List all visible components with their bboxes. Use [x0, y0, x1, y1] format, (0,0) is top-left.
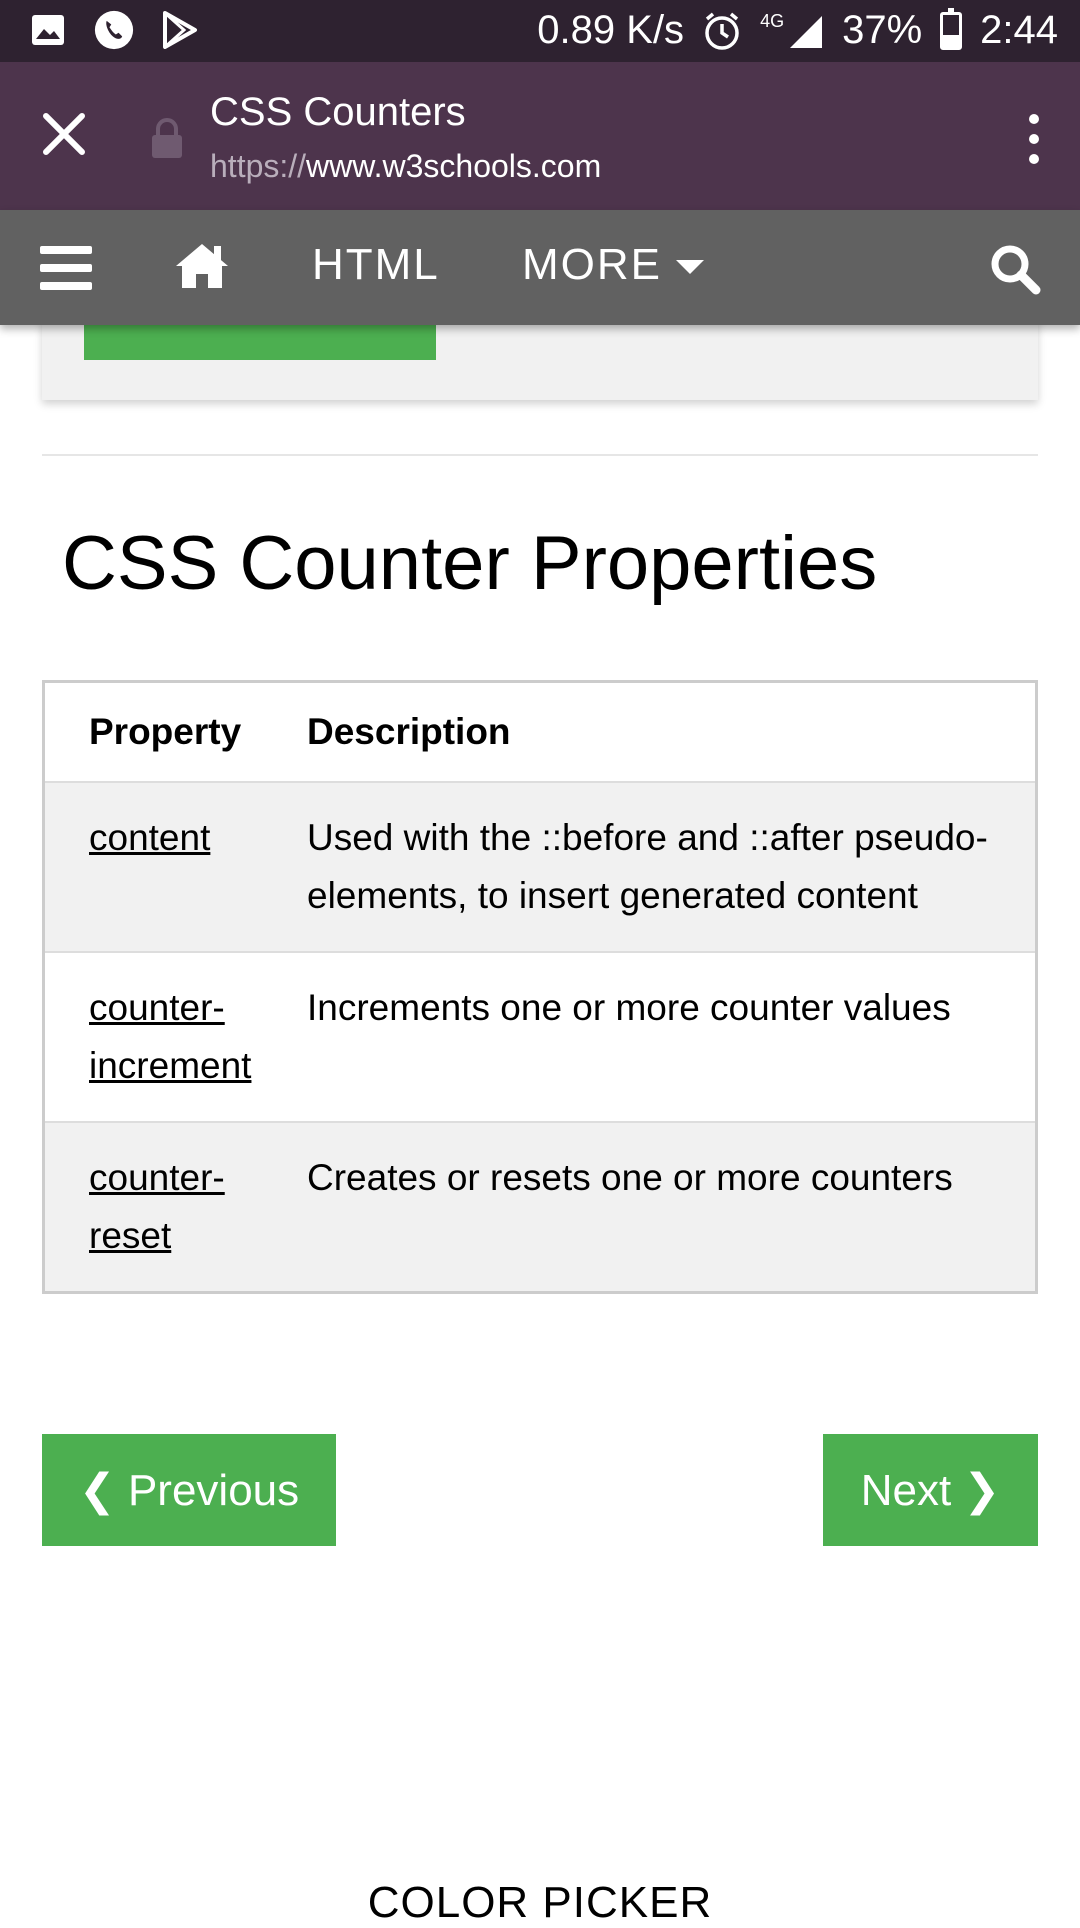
- play-store-icon: [160, 10, 200, 50]
- hamburger-menu-icon[interactable]: [40, 246, 92, 290]
- description-cell: Increments one or more counter values: [307, 987, 951, 1028]
- property-cell: counter-increment: [44, 952, 264, 1122]
- nav-more-dropdown[interactable]: MORE: [522, 240, 704, 290]
- table-row: content Used with the ::before and ::aft…: [43, 782, 1037, 952]
- phone-icon: [94, 10, 134, 50]
- browser-toolbar: CSS Counters https://www.w3schools.com: [0, 62, 1080, 210]
- divider: [42, 454, 1038, 456]
- properties-table: Property Description content Used with t…: [42, 680, 1038, 1294]
- close-icon[interactable]: [38, 108, 90, 160]
- site-navbar: HTML MORE: [0, 210, 1080, 325]
- next-button[interactable]: Next ❯: [823, 1434, 1038, 1546]
- page-title[interactable]: CSS Counters: [210, 90, 466, 135]
- previous-button[interactable]: ❮ Previous: [42, 1434, 336, 1546]
- battery-icon: [940, 7, 963, 50]
- description-cell: Creates or resets one or more counters: [263, 1122, 1037, 1293]
- section-heading: CSS Counter Properties: [62, 521, 878, 606]
- table-header-row: Property Description: [43, 681, 1037, 782]
- property-link-counter-increment[interactable]: counter-increment: [89, 987, 251, 1086]
- table-row: counter-reset Creates or resets one or m…: [43, 1122, 1037, 1293]
- property-link-counter-reset[interactable]: counter-reset: [89, 1157, 225, 1256]
- home-icon[interactable]: [172, 240, 232, 292]
- url-bar[interactable]: https://www.w3schools.com: [210, 148, 601, 185]
- description-cell: Used with the ::before and ::after pseud…: [263, 782, 1037, 952]
- lock-icon: [150, 116, 184, 160]
- column-header-property: Property: [43, 681, 263, 782]
- url-host: www.w3schools.com: [306, 148, 602, 184]
- battery-percent: 37%: [842, 8, 923, 52]
- color-picker-heading: COLOR PICKER: [367, 1878, 713, 1927]
- caret-down-icon: [676, 260, 704, 274]
- network-speed: 0.89 K/s: [537, 8, 685, 52]
- status-bar: 0.89 K/s 4G 37% 2:44: [0, 0, 1080, 62]
- column-header-description: Description: [263, 681, 1037, 782]
- nav-more-label: MORE: [522, 240, 662, 289]
- alarm-icon: [702, 11, 742, 51]
- image-icon: [28, 10, 68, 50]
- table-row: counter-increment Increments one or more…: [43, 952, 1037, 1122]
- search-icon[interactable]: [988, 242, 1042, 296]
- signal-icon: 4G: [760, 11, 824, 50]
- url-scheme: https://: [210, 148, 307, 184]
- property-cell: counter-reset: [43, 1122, 263, 1293]
- overflow-menu-icon[interactable]: [1014, 114, 1054, 164]
- network-type: 4G: [760, 11, 785, 31]
- property-cell: content: [43, 782, 263, 952]
- property-link-content[interactable]: content: [89, 817, 210, 858]
- nav-html-link[interactable]: HTML: [312, 240, 440, 290]
- clock: 2:44: [980, 8, 1058, 52]
